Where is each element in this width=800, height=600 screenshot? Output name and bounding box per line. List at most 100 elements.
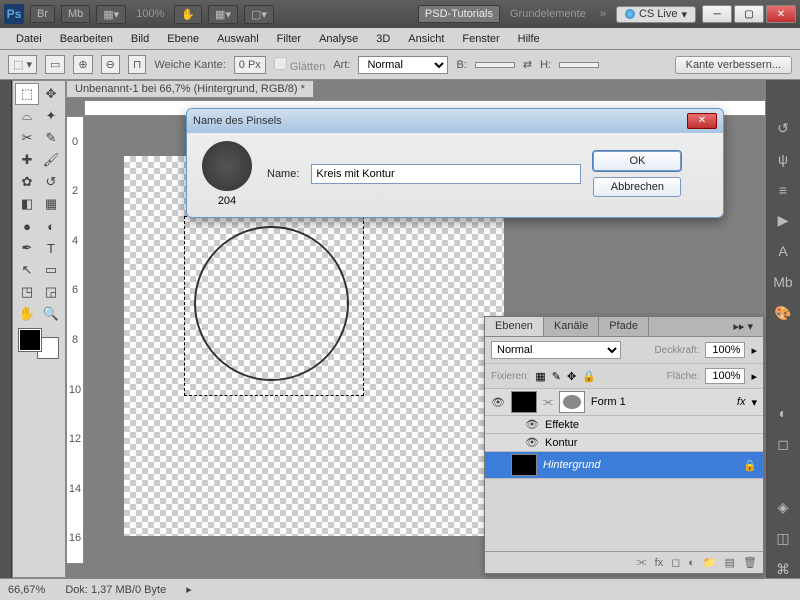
history-brush-tool[interactable]: ↺ — [39, 171, 63, 193]
type-tool[interactable]: T — [39, 237, 63, 259]
menu-ansicht[interactable]: Ansicht — [400, 31, 452, 47]
pen-tool[interactable]: ✒ — [15, 237, 39, 259]
layer-thumb[interactable] — [511, 391, 537, 413]
antialias-checkbox[interactable]: Glätten — [274, 57, 326, 73]
style-select[interactable]: Normal — [358, 56, 448, 74]
fill-flyout[interactable]: ▸ — [751, 370, 757, 383]
window-maximize[interactable]: ▢ — [734, 5, 764, 23]
lock-pixel-icon[interactable]: ✎ — [552, 370, 561, 383]
link-icon[interactable]: ⫘ — [543, 396, 553, 409]
dialog-close-button[interactable]: ✕ — [687, 113, 717, 129]
layer-stroke-row[interactable]: 👁 Kontur — [485, 434, 763, 452]
status-docsize[interactable]: Dok: 1,37 MB/0 Byte — [65, 584, 166, 596]
feather-value[interactable]: 0 Px — [234, 56, 266, 74]
visibility-icon[interactable]: 👁 — [525, 436, 539, 449]
eyedropper-tool[interactable]: ✎ — [39, 127, 63, 149]
swatches-icon[interactable]: 🎨 — [773, 305, 793, 322]
height-value[interactable] — [559, 62, 599, 68]
zoom-level[interactable]: 100% — [132, 8, 168, 20]
vector-mask-thumb[interactable] — [559, 391, 585, 413]
workspace-grund[interactable]: Grundelemente — [506, 8, 590, 20]
play-icon[interactable]: ▶ — [773, 212, 793, 229]
minibridge-button[interactable]: Mb — [61, 5, 90, 23]
fx-icon[interactable]: fx — [655, 557, 664, 569]
tab-ebenen[interactable]: Ebenen — [485, 317, 544, 336]
brush-name-input[interactable] — [311, 164, 581, 184]
blur-tool[interactable]: ● — [15, 215, 39, 237]
menu-auswahl[interactable]: Auswahl — [209, 31, 267, 47]
layers-icon[interactable]: ◈ — [773, 499, 793, 516]
stamp-tool[interactable]: ✿ — [15, 171, 39, 193]
window-minimize[interactable]: ─ — [702, 5, 732, 23]
channels-icon[interactable]: ◫ — [773, 530, 793, 547]
layer-row[interactable]: Hintergrund 🔒 — [485, 452, 763, 479]
menu-bearbeiten[interactable]: Bearbeiten — [52, 31, 121, 47]
zoom-tool[interactable]: 🔍 — [39, 303, 63, 325]
marquee-sub[interactable]: ⊖ — [101, 55, 120, 74]
layer-name[interactable]: Hintergrund — [543, 459, 737, 471]
menu-hilfe[interactable]: Hilfe — [510, 31, 548, 47]
screenmode-button[interactable]: ▢▾ — [244, 5, 274, 24]
layer-name[interactable]: Form 1 — [591, 396, 731, 408]
gradient-tool[interactable]: ▦ — [39, 193, 63, 215]
usb-icon[interactable]: ψ — [773, 151, 793, 168]
group-icon[interactable]: 📁 — [703, 556, 717, 569]
paths-icon[interactable]: ⌘ — [773, 561, 793, 578]
menu-filter[interactable]: Filter — [269, 31, 309, 47]
preset-icon[interactable]: ≡ — [773, 182, 793, 199]
layer-effects-row[interactable]: 👁 Effekte — [485, 416, 763, 434]
menu-bild[interactable]: Bild — [123, 31, 157, 47]
refine-edge-button[interactable]: Kante verbessern... — [675, 56, 792, 74]
menu-ebene[interactable]: Ebene — [159, 31, 207, 47]
heal-tool[interactable]: ✚ — [15, 149, 39, 171]
visibility-icon[interactable]: 👁 — [525, 418, 539, 431]
workspace-psd[interactable]: PSD-Tutorials — [418, 5, 500, 23]
mb-icon[interactable]: Mb — [773, 274, 793, 291]
brush-tool[interactable]: 🖌 — [39, 149, 63, 171]
fill-value[interactable]: 100% — [705, 368, 745, 384]
dodge-tool[interactable]: ◐ — [39, 215, 63, 237]
mask-icon[interactable]: ◻ — [773, 436, 793, 453]
bridge-button[interactable]: Br — [30, 5, 55, 23]
lock-all-icon[interactable]: 🔒 — [582, 370, 596, 383]
workspace-more[interactable]: » — [596, 8, 610, 20]
cancel-button[interactable]: Abbrechen — [593, 177, 681, 197]
move-tool[interactable]: ✥ — [39, 83, 63, 105]
adjust-icon[interactable]: ◐ — [773, 405, 793, 422]
crop-tool[interactable]: ✂ — [15, 127, 39, 149]
menu-analyse[interactable]: Analyse — [311, 31, 366, 47]
panel-menu-icon[interactable]: ▸▸ ▾ — [723, 317, 763, 336]
visibility-icon[interactable]: 👁 — [491, 396, 505, 409]
tool-preset[interactable]: ⬚ ▾ — [8, 55, 37, 74]
delete-layer-icon[interactable]: 🗑 — [743, 556, 757, 569]
cslive-button[interactable]: CS Live ▾ — [616, 6, 696, 23]
marquee-int[interactable]: ⊓ — [128, 55, 147, 74]
marquee-tool[interactable]: ⬚ — [15, 83, 39, 105]
lasso-tool[interactable]: ⌓ — [15, 105, 39, 127]
width-value[interactable] — [475, 62, 515, 68]
3d-camera-tool[interactable]: ◲ — [39, 281, 63, 303]
new-layer-icon[interactable]: ▤ — [725, 556, 735, 569]
layer-thumb[interactable] — [511, 454, 537, 476]
hand-tool[interactable]: ✋ — [15, 303, 39, 325]
history-icon[interactable]: ↺ — [773, 120, 793, 137]
adjustment-icon[interactable]: ◐ — [688, 557, 695, 569]
view-extras-button[interactable]: ▦▾ — [96, 5, 126, 24]
ruler-vertical[interactable]: 0246810121416 — [66, 116, 84, 564]
layer-row[interactable]: 👁 ⫘ Form 1 fx ▾ — [485, 389, 763, 416]
marquee-add[interactable]: ⊕ — [73, 55, 92, 74]
tab-pfade[interactable]: Pfade — [599, 317, 649, 336]
fx-badge[interactable]: fx — [737, 396, 746, 408]
status-arrow-icon[interactable]: ▸ — [186, 583, 192, 596]
3d-tool[interactable]: ◳ — [15, 281, 39, 303]
opacity-value[interactable]: 100% — [705, 342, 745, 358]
swap-wh-icon[interactable]: ⇄ — [523, 58, 532, 71]
fx-toggle-icon[interactable]: ▾ — [751, 396, 757, 409]
opacity-flyout[interactable]: ▸ — [751, 344, 757, 357]
marquee-rect[interactable]: ▭ — [45, 55, 65, 74]
shape-tool[interactable]: ▭ — [39, 259, 63, 281]
link-layers-icon[interactable]: ⫘ — [637, 556, 647, 569]
dialog-titlebar[interactable]: Name des Pinsels ✕ — [187, 109, 723, 133]
menu-datei[interactable]: Datei — [8, 31, 50, 47]
menu-fenster[interactable]: Fenster — [454, 31, 507, 47]
